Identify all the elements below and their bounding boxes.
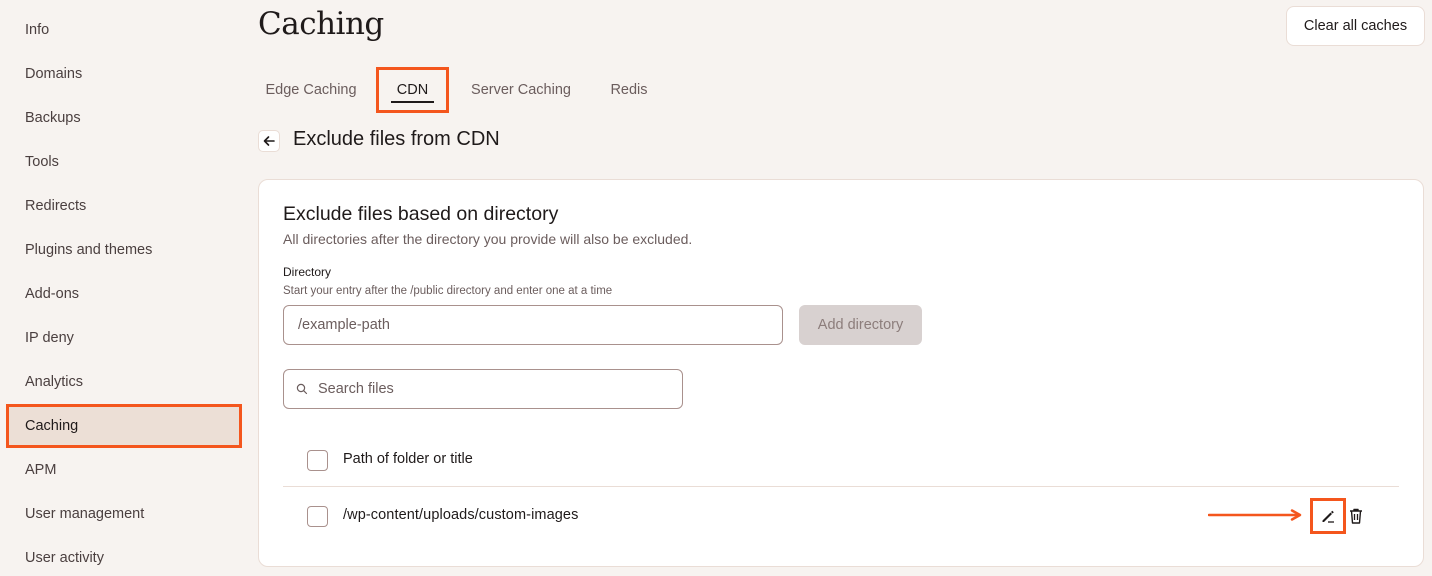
back-button[interactable] xyxy=(258,130,280,152)
sidebar-item-label: Analytics xyxy=(25,374,84,390)
tab-redis[interactable]: Redis xyxy=(603,68,655,112)
sidebar-item-apm[interactable]: APM xyxy=(8,450,240,490)
sidebar-item-label: Info xyxy=(25,22,50,38)
sidebar-item-label: Redirects xyxy=(25,198,87,214)
subpage-title: Exclude files from CDN xyxy=(293,128,500,150)
sidebar-item-ip-deny[interactable]: IP deny xyxy=(8,318,240,358)
sidebar-item-user-activity[interactable]: User activity xyxy=(8,538,240,576)
row-path: /wp-content/uploads/custom-images xyxy=(343,507,579,523)
sidebar-item-info[interactable]: Info xyxy=(8,10,240,50)
directory-label: Directory xyxy=(283,265,332,279)
sidebar-item-label: Plugins and themes xyxy=(25,242,153,258)
tab-label: Edge Caching xyxy=(265,82,357,98)
sidebar-item-add-ons[interactable]: Add-ons xyxy=(8,274,240,314)
sidebar: Info Domains Backups Tools Redirects Plu… xyxy=(0,0,250,576)
card-description: All directories after the directory you … xyxy=(283,231,693,247)
sidebar-item-label: Backups xyxy=(25,110,81,126)
tab-server-caching[interactable]: Server Caching xyxy=(465,68,577,112)
annotation-arrow-icon xyxy=(1208,509,1302,521)
sidebar-item-caching[interactable]: Caching xyxy=(6,404,242,448)
table-divider xyxy=(283,486,1399,487)
sidebar-item-redirects[interactable]: Redirects xyxy=(8,186,240,226)
search-files-input[interactable] xyxy=(318,381,658,397)
add-directory-button[interactable]: Add directory xyxy=(799,305,922,345)
row-checkbox[interactable] xyxy=(307,506,328,527)
tab-cdn[interactable]: CDN xyxy=(376,67,449,113)
tab-label: Server Caching xyxy=(471,82,571,98)
sidebar-item-label: User management xyxy=(25,506,145,522)
directory-input[interactable] xyxy=(283,305,783,345)
sidebar-item-label: APM xyxy=(25,462,57,478)
tab-label: CDN xyxy=(396,82,429,98)
sidebar-item-label: Domains xyxy=(25,66,83,82)
select-all-checkbox[interactable] xyxy=(307,450,328,471)
sidebar-item-label: Caching xyxy=(25,418,79,434)
delete-button[interactable] xyxy=(1346,506,1366,526)
search-icon xyxy=(296,383,308,395)
search-files-field[interactable] xyxy=(283,369,683,409)
card-title: Exclude files based on directory xyxy=(283,203,559,225)
page-title: Caching xyxy=(258,6,384,42)
sidebar-item-user-management[interactable]: User management xyxy=(8,494,240,534)
clear-all-caches-button[interactable]: Clear all caches xyxy=(1286,6,1425,46)
edit-icon xyxy=(1322,510,1334,523)
sidebar-item-analytics[interactable]: Analytics xyxy=(8,362,240,402)
sidebar-item-tools[interactable]: Tools xyxy=(8,142,240,182)
sidebar-item-label: User activity xyxy=(25,550,104,566)
directory-help-text: Start your entry after the /public direc… xyxy=(283,285,613,297)
tab-label: Redis xyxy=(610,82,648,98)
active-tab-indicator xyxy=(391,101,434,103)
sidebar-item-backups[interactable]: Backups xyxy=(8,98,240,138)
sidebar-item-label: Add-ons xyxy=(25,286,80,302)
sidebar-item-plugins-and-themes[interactable]: Plugins and themes xyxy=(8,230,240,270)
table-header-path: Path of folder or title xyxy=(343,451,473,467)
tab-edge-caching[interactable]: Edge Caching xyxy=(258,68,364,112)
edit-button[interactable] xyxy=(1310,498,1346,534)
sidebar-item-label: Tools xyxy=(25,154,59,170)
sidebar-item-label: IP deny xyxy=(25,330,74,346)
arrow-left-icon xyxy=(263,136,275,146)
trash-icon xyxy=(1350,508,1362,524)
sidebar-item-domains[interactable]: Domains xyxy=(8,54,240,94)
